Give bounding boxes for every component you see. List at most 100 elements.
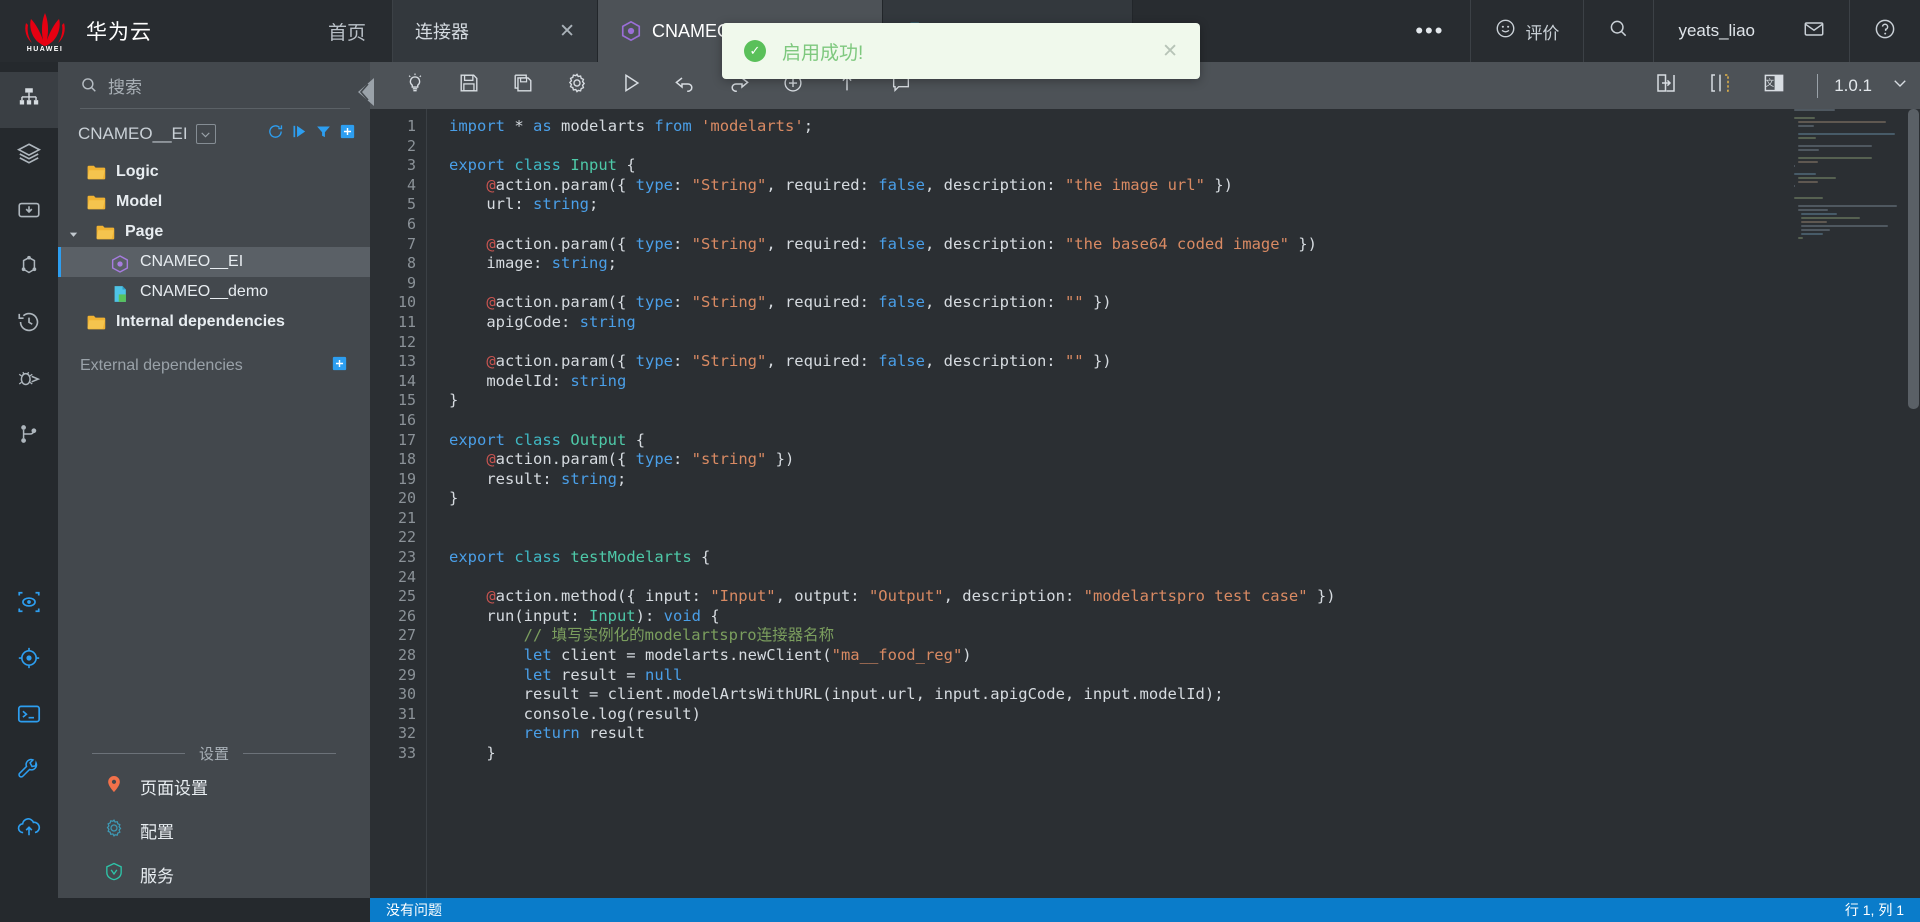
nav-home[interactable]: 首页 xyxy=(302,0,394,62)
line-number: 4 xyxy=(406,175,416,194)
rail-item-git[interactable] xyxy=(0,408,58,464)
line-number: 30 xyxy=(397,685,416,704)
code-line[interactable]: @action.param({ type: "string" }) xyxy=(449,450,1920,470)
tree-node-page[interactable]: Page xyxy=(58,217,370,247)
code-line[interactable]: export class Output { xyxy=(449,431,1920,451)
project-header[interactable]: CNAMEO__EI xyxy=(58,109,370,155)
rail-item-preview[interactable] xyxy=(0,576,58,632)
rail-item-terminal[interactable] xyxy=(0,688,58,744)
export-button[interactable] xyxy=(1639,62,1693,109)
external-dependencies-row[interactable]: External dependencies xyxy=(58,337,370,377)
code-line[interactable]: modelId: string xyxy=(449,372,1920,392)
code-line[interactable]: let result = null xyxy=(449,666,1920,686)
code-line[interactable]: } xyxy=(449,489,1920,509)
rail-item-inbox[interactable] xyxy=(0,184,58,240)
vertical-scrollbar[interactable] xyxy=(1906,109,1920,922)
code-line[interactable] xyxy=(449,568,1920,588)
code-line[interactable]: // 填写实例化的modelartspro连接器名称 xyxy=(449,626,1920,646)
header-mail-button[interactable] xyxy=(1779,0,1850,62)
chevron-down-icon[interactable] xyxy=(195,124,216,144)
split-view-button[interactable] xyxy=(1693,62,1747,109)
close-icon[interactable]: ✕ xyxy=(541,22,575,41)
code-line[interactable]: url: string; xyxy=(449,195,1920,215)
code-line[interactable]: import * as modelarts from 'modelarts'; xyxy=(449,117,1920,137)
rail-item-nodes[interactable] xyxy=(0,240,58,296)
code-line[interactable] xyxy=(449,411,1920,431)
save-button[interactable] xyxy=(442,62,496,109)
tab-connector[interactable]: 连接器 ✕ xyxy=(393,0,599,62)
code-line[interactable]: } xyxy=(449,744,1920,764)
tree-node-cnameo-ei[interactable]: CNAMEO__EI xyxy=(58,247,370,277)
code-line[interactable]: @action.method({ input: "Input", output:… xyxy=(449,587,1920,607)
undo-button[interactable] xyxy=(658,62,712,109)
nav-home-label: 首页 xyxy=(328,22,367,44)
rail-item-sitemap[interactable] xyxy=(0,72,58,128)
code-line[interactable] xyxy=(449,333,1920,353)
brand-logo[interactable]: HUAWEI 华为云 xyxy=(0,0,302,62)
save-all-button[interactable] xyxy=(496,62,550,109)
code-line[interactable]: image: string; xyxy=(449,254,1920,274)
code-content[interactable]: import * as modelarts from 'modelarts'; … xyxy=(426,109,1920,922)
editor-settings-button[interactable] xyxy=(550,62,604,109)
status-cursor-position[interactable]: 行 1, 列 1 xyxy=(1845,900,1904,920)
code-line[interactable]: @action.param({ type: "String", required… xyxy=(449,352,1920,372)
tree-node-model[interactable]: Model xyxy=(58,187,370,217)
rail-item-layers[interactable] xyxy=(0,128,58,184)
rail-item-history[interactable] xyxy=(0,296,58,352)
tree-node-cnameo-demo[interactable]: CNAMEO__demo xyxy=(58,277,370,307)
tree-node-logic[interactable]: Logic xyxy=(58,157,370,187)
code-line[interactable]: result: string; xyxy=(449,470,1920,490)
code-line[interactable]: export class Input { xyxy=(449,156,1920,176)
rail-item-cloud-upload[interactable] xyxy=(0,800,58,856)
add-icon[interactable] xyxy=(339,123,356,145)
folder-icon xyxy=(86,164,107,181)
lightbulb-button[interactable] xyxy=(388,62,442,109)
sidebar-search[interactable] xyxy=(80,76,350,109)
tree-node-internal-dependencies[interactable]: Internal dependencies xyxy=(58,307,370,337)
code-editor[interactable]: 1 2 3 4 5 6 7 8 9 10 11 12 13 14 15 16 17 18 19 20 21 22 23 24 2… xyxy=(370,109,1920,922)
toolbar-divider xyxy=(1817,73,1819,98)
rail-item-wrench[interactable] xyxy=(0,744,58,800)
code-line[interactable] xyxy=(449,137,1920,157)
vertical-scroll-thumb[interactable] xyxy=(1908,109,1919,409)
code-line[interactable]: } xyxy=(449,391,1920,411)
code-line[interactable]: let client = modelarts.newClient("ma__fo… xyxy=(449,646,1920,666)
translate-button[interactable]: 文 xyxy=(1747,62,1801,109)
code-line[interactable]: result = client.modelArtsWithURL(input.u… xyxy=(449,685,1920,705)
close-icon[interactable]: ✕ xyxy=(1162,40,1178,63)
run-icon[interactable] xyxy=(291,123,308,145)
header-help-button[interactable] xyxy=(1850,0,1920,62)
header-review-button[interactable]: 评价 xyxy=(1471,0,1585,62)
code-line[interactable] xyxy=(449,528,1920,548)
code-line[interactable] xyxy=(449,509,1920,529)
settings-item-service[interactable]: 服务 xyxy=(58,852,370,896)
code-line[interactable] xyxy=(449,274,1920,294)
code-line[interactable]: return result xyxy=(449,724,1920,744)
filter-icon[interactable] xyxy=(315,123,332,145)
huawei-logo-icon: HUAWEI xyxy=(18,10,72,53)
caret-down-icon[interactable] xyxy=(68,227,79,238)
header-more-button[interactable]: ••• xyxy=(1389,0,1472,62)
refresh-icon[interactable] xyxy=(267,123,284,145)
add-icon[interactable] xyxy=(331,355,348,377)
rail-item-debug[interactable] xyxy=(0,352,58,408)
settings-item-config[interactable]: 配置 xyxy=(58,808,370,852)
version-dropdown-button[interactable] xyxy=(1880,62,1920,109)
code-line[interactable]: console.log(result) xyxy=(449,705,1920,725)
code-line[interactable]: run(input: Input): void { xyxy=(449,607,1920,627)
code-line[interactable]: @action.param({ type: "String", required… xyxy=(449,235,1920,255)
code-line[interactable]: export class testModelarts { xyxy=(449,548,1920,568)
code-line[interactable] xyxy=(449,215,1920,235)
header-search-button[interactable] xyxy=(1584,0,1655,62)
sitemap-icon xyxy=(16,85,42,116)
header-username[interactable]: yeats_liao xyxy=(1654,0,1779,62)
search-input[interactable] xyxy=(108,77,350,98)
rail-item-target[interactable] xyxy=(0,632,58,688)
code-line[interactable]: @action.param({ type: "String", required… xyxy=(449,293,1920,313)
code-line[interactable]: @action.param({ type: "String", required… xyxy=(449,176,1920,196)
sidebar-collapse-handle[interactable] xyxy=(356,76,376,108)
run-button[interactable] xyxy=(604,62,658,109)
check-circle-icon: ✓ xyxy=(744,40,766,62)
settings-item-page-settings[interactable]: 页面设置 xyxy=(58,764,370,808)
code-line[interactable]: apigCode: string xyxy=(449,313,1920,333)
